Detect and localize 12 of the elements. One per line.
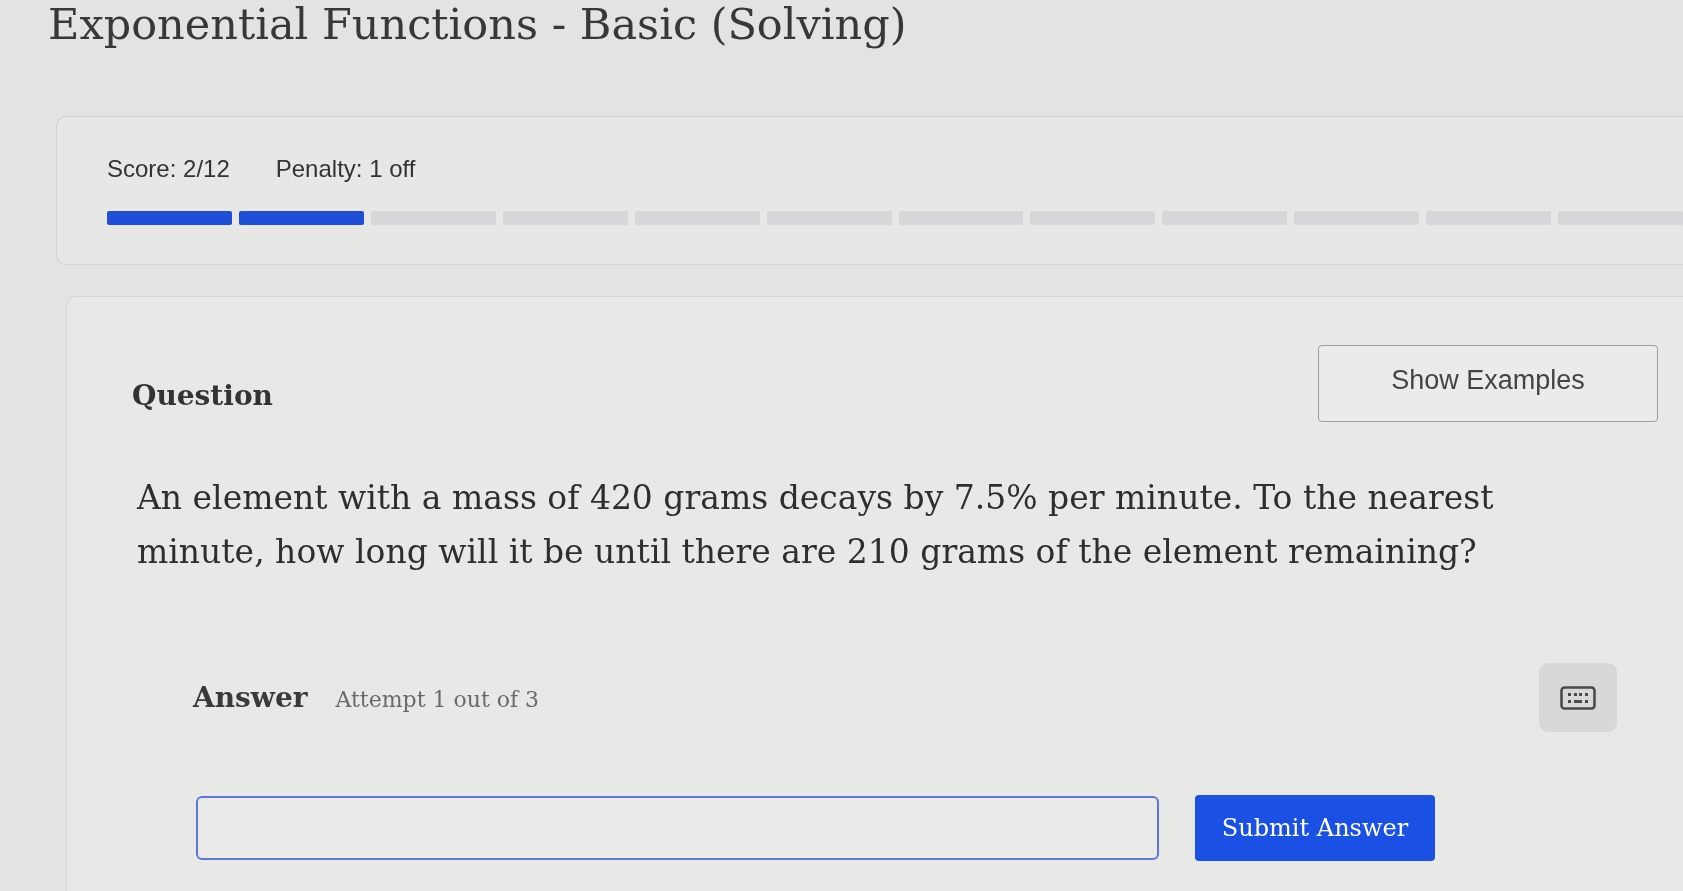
keyboard-button[interactable] [1539, 663, 1617, 732]
answer-field[interactable] [196, 796, 1159, 860]
submit-answer-button[interactable]: Submit Answer [1195, 795, 1435, 861]
question-heading: Question [132, 378, 273, 414]
score-text: Score: 2/12 [107, 155, 230, 183]
attempt-counter: Attempt 1 out of 3 [335, 686, 540, 712]
question-text: An element with a mass of 420 grams decays by 7.5% per minute. To the nearest minute, how long will it be until there are 210 grams of the element remaining? [137, 477, 1495, 573]
show-examples-button[interactable]: Show Examples [1318, 345, 1658, 422]
penalty-text: Penalty: 1 off [275, 155, 416, 183]
page-title: Exponential Functions - Basic (Solving) [48, 0, 907, 48]
keyboard-icon [1560, 685, 1596, 710]
answer-heading: Answer [193, 679, 308, 716]
